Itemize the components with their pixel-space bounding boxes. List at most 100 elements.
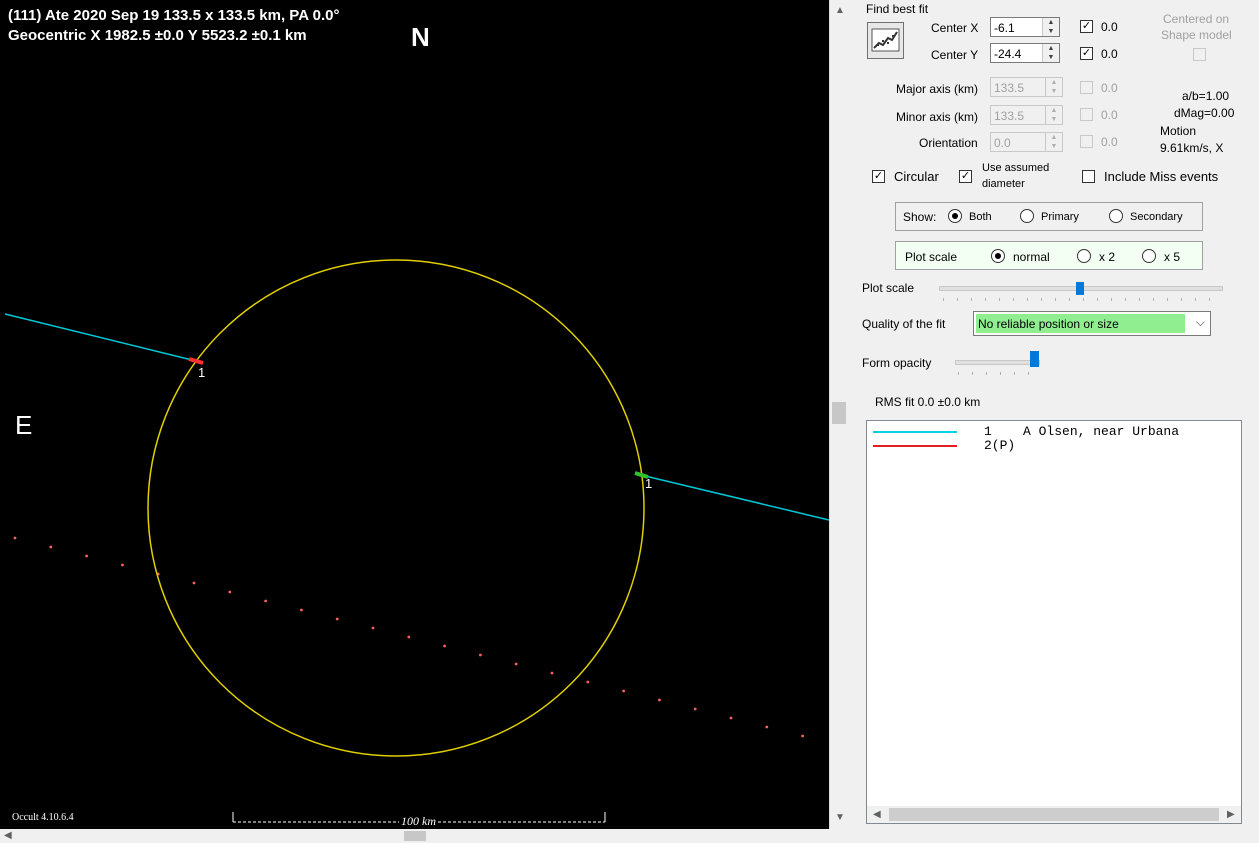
quality-select[interactable]: No reliable position or size ⌵	[973, 311, 1211, 336]
find-best-fit-button[interactable]	[867, 22, 904, 59]
chord-label-left: 1	[198, 365, 206, 380]
miss-path-dot	[13, 536, 17, 540]
orientation-value: 0.0	[994, 136, 1011, 150]
chord-line-right	[640, 474, 829, 521]
north-label: N	[411, 22, 430, 52]
center-x-value: -6.1	[994, 21, 1015, 35]
dmag-value: dMag=0.00	[1174, 106, 1235, 120]
show-secondary-radio[interactable]	[1109, 209, 1123, 223]
center-x-stepper[interactable]: ▲ ▼	[1042, 18, 1059, 36]
orientation-fit-value: 0.0	[1101, 135, 1118, 149]
plot-scale-slider-thumb[interactable]	[1076, 282, 1084, 295]
centered-on-label: Centered on	[1163, 12, 1230, 26]
scroll-left-icon[interactable]: ◀	[873, 810, 881, 820]
major-axis-stepper[interactable]: ▲ ▼	[1045, 78, 1062, 96]
miss-path-dot	[765, 725, 769, 729]
scroll-thumb[interactable]	[404, 831, 426, 841]
orientation-stepper[interactable]: ▲ ▼	[1045, 133, 1062, 151]
miss-path-dots	[13, 536, 804, 738]
minor-axis-value: 133.5	[994, 109, 1025, 123]
plot-vertical-scrollbar[interactable]: ▲ ▼	[829, 0, 849, 829]
show-both-label: Both	[969, 211, 992, 223]
list-item[interactable]: 2(P)	[867, 438, 1237, 455]
spin-down-icon: ▼	[1047, 54, 1055, 61]
miss-path-dot	[801, 734, 804, 738]
include-miss-label: Include Miss events	[1104, 169, 1219, 184]
list-item-text: 2(P)	[984, 438, 1016, 453]
show-primary-label: Primary	[1041, 211, 1079, 223]
scroll-left-icon[interactable]: ◀	[4, 831, 12, 841]
motion-value: 9.61km/s, X	[1160, 141, 1224, 155]
include-miss-checkbox[interactable]	[1082, 170, 1095, 183]
chevron-down-icon[interactable]: ⌵	[1196, 315, 1205, 330]
miss-path-dot	[514, 662, 518, 666]
show-both-radio[interactable]	[948, 209, 962, 223]
circular-label: Circular	[894, 169, 939, 184]
center-y-fit-checkbox[interactable]: ✓	[1080, 47, 1093, 60]
center-y-stepper[interactable]: ▲ ▼	[1042, 44, 1059, 62]
plot-title-line-2: Geocentric X 1982.5 ±0.0 Y 5523.2 ±0.1 k…	[8, 27, 307, 44]
major-axis-input[interactable]: 133.5 ▲ ▼	[990, 77, 1063, 97]
miss-path-dot	[443, 644, 446, 648]
minor-axis-input[interactable]: 133.5 ▲ ▼	[990, 105, 1063, 125]
center-x-label: Center X	[931, 21, 979, 35]
quality-label: Quality of the fit	[862, 317, 946, 331]
use-assumed-diameter-checkbox[interactable]: ✓	[959, 170, 972, 183]
center-x-fit-value: 0.0	[1101, 20, 1118, 34]
list-horizontal-scrollbar[interactable]: ◀ ▶	[867, 806, 1241, 823]
scale-x2-radio[interactable]	[1077, 249, 1091, 263]
minor-axis-fit-checkbox[interactable]	[1080, 108, 1093, 121]
miss-path-dot	[550, 671, 554, 675]
scroll-right-icon[interactable]: ▶	[1227, 810, 1235, 820]
center-y-value: -24.4	[994, 47, 1022, 61]
miss-path-dot	[264, 599, 267, 603]
spin-up-icon: ▲	[1050, 134, 1058, 141]
orientation-label: Orientation	[919, 136, 978, 150]
chart-fit-icon	[871, 28, 900, 52]
form-opacity-ticks	[958, 372, 1038, 375]
quality-select-value-box: No reliable position or size	[976, 314, 1185, 333]
miss-path-dot	[729, 716, 733, 720]
orientation-input[interactable]: 0.0 ▲ ▼	[990, 132, 1063, 152]
center-x-fit-checkbox[interactable]: ✓	[1080, 20, 1093, 33]
spin-down-icon: ▼	[1050, 143, 1058, 150]
occultation-plot[interactable]: (111) Ate 2020 Sep 19 133.5 x 133.5 km, …	[0, 0, 829, 829]
scroll-thumb[interactable]	[889, 808, 1219, 821]
miss-path-dot	[371, 626, 375, 630]
plot-title-line-1: (111) Ate 2020 Sep 19 133.5 x 133.5 km, …	[8, 7, 340, 24]
miss-path-dot	[228, 590, 232, 594]
scroll-up-icon[interactable]: ▲	[835, 6, 845, 16]
show-primary-radio[interactable]	[1020, 209, 1034, 223]
form-opacity-slider[interactable]	[955, 360, 1040, 365]
scroll-thumb[interactable]	[832, 402, 846, 424]
quality-select-value: No reliable position or size	[978, 317, 1119, 331]
circular-checkbox[interactable]: ✓	[872, 170, 885, 183]
center-x-input[interactable]: -6.1 ▲ ▼	[990, 17, 1060, 37]
major-axis-fit-checkbox[interactable]	[1080, 81, 1093, 94]
scale-x5-radio[interactable]	[1142, 249, 1156, 263]
miss-path-dot	[335, 617, 339, 621]
motion-label: Motion	[1160, 124, 1197, 138]
spin-up-icon: ▲	[1047, 19, 1055, 26]
use-assumed-label-1: Use assumed	[982, 162, 1050, 174]
scroll-down-icon[interactable]: ▼	[835, 813, 845, 823]
center-y-label: Center Y	[931, 48, 979, 62]
series-color-swatch	[873, 445, 957, 447]
show-secondary-label: Secondary	[1130, 211, 1183, 223]
plot-horizontal-scrollbar[interactable]: ◀	[0, 829, 848, 843]
orientation-fit-checkbox[interactable]	[1080, 135, 1093, 148]
miss-path-dot	[121, 563, 124, 567]
major-axis-label: Major axis (km)	[896, 82, 979, 96]
miss-path-dot	[658, 698, 661, 702]
minor-axis-stepper[interactable]: ▲ ▼	[1045, 106, 1062, 124]
center-y-input[interactable]: -24.4 ▲ ▼	[990, 43, 1060, 63]
plot-canvas	[4, 259, 829, 823]
shape-model-checkbox[interactable]	[1193, 48, 1206, 61]
miss-path-dot	[407, 635, 411, 639]
miss-path-dot	[192, 581, 196, 585]
list-item-text: 1 A Olsen, near Urbana	[984, 424, 1180, 439]
observer-list[interactable]: 1 A Olsen, near Urbana 2(P) ◀ ▶	[866, 420, 1242, 824]
miss-path-dot	[49, 545, 53, 549]
scale-normal-radio[interactable]	[991, 249, 1005, 263]
form-opacity-slider-thumb[interactable]	[1030, 351, 1039, 367]
